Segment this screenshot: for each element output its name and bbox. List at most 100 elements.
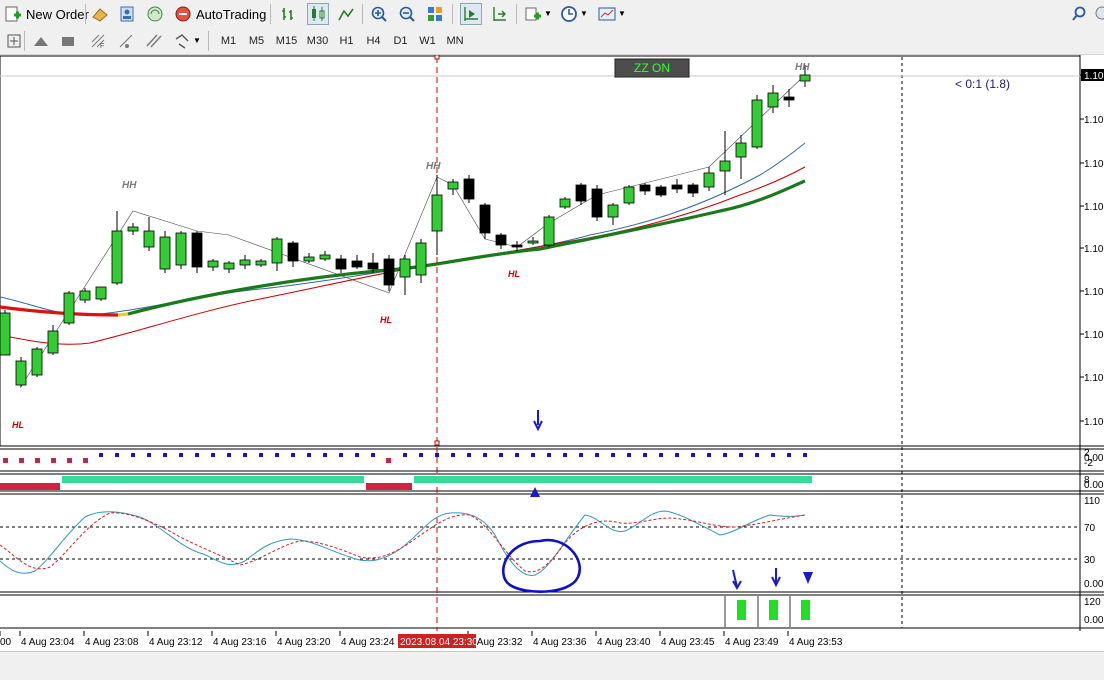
bull-candle (255, 260, 267, 266)
signal-dot-blue (339, 453, 343, 457)
bull-candle (607, 204, 619, 218)
data-window-icon[interactable] (118, 5, 136, 23)
time-axis-label: 4 Aug 23:45 (661, 637, 715, 648)
bull-candle (703, 172, 715, 188)
signal-dot-blue (211, 453, 215, 457)
tile-windows-icon[interactable] (426, 5, 444, 23)
signal-dot-blue (307, 453, 311, 457)
fibonacci-icon[interactable]: F (89, 32, 107, 50)
signal-dot-blue (771, 453, 775, 457)
signal-dot-red (67, 458, 72, 463)
bull-candle (447, 181, 459, 190)
crosshair-icon[interactable] (5, 32, 23, 50)
chevron-down-icon[interactable]: ▼ (544, 9, 552, 18)
chevron-down-icon[interactable]: ▼ (580, 9, 588, 18)
signal-dot-red (35, 458, 40, 463)
bear-candle (335, 258, 347, 270)
zoom-out-icon[interactable] (398, 5, 416, 23)
line-chart-icon[interactable] (337, 5, 355, 23)
price-axis-label: 1.100 (1084, 417, 1104, 428)
shapes-icon[interactable] (173, 32, 191, 50)
bull-candle (95, 286, 107, 300)
timeframe-h1[interactable]: H1 (334, 32, 359, 50)
signal-dot-blue (483, 453, 487, 457)
timeframe-w1[interactable]: W1 (415, 32, 440, 50)
triangle-icon[interactable] (32, 32, 50, 50)
bar-chart-icon[interactable] (280, 5, 298, 23)
time-axis-label: 4 Aug 23:20 (277, 637, 331, 648)
bear-candle (479, 204, 491, 234)
timeframe-m1[interactable]: M1 (216, 32, 241, 50)
candlestick-icon[interactable] (307, 3, 329, 25)
bear-candle (495, 234, 507, 246)
timeframe-m15[interactable]: M15 (272, 32, 301, 50)
bear-candle (591, 188, 603, 218)
auto-trading-icon (174, 5, 192, 23)
trend-ma-neutral-segment (117, 312, 129, 317)
new-order-button[interactable]: New Order (4, 3, 89, 25)
chevron-down-icon[interactable]: ▼ (618, 9, 626, 18)
arrow-line-icon[interactable] (117, 32, 135, 50)
bear-candle (463, 178, 475, 200)
price-axis-label: 1.100 (1084, 115, 1104, 126)
new-order-icon (4, 5, 22, 23)
bull-candle (143, 230, 155, 248)
chart-shift-icon[interactable] (460, 3, 482, 25)
indicators-icon[interactable] (524, 5, 542, 23)
signal-dot-blue (467, 453, 471, 457)
toolbar-separator (85, 4, 86, 24)
bear-candle (191, 232, 203, 268)
auto-scroll-icon[interactable] (490, 5, 508, 23)
timeframe-mn[interactable]: MN (442, 32, 468, 50)
toolbar-separator (208, 31, 209, 51)
swing-label-hl: HL (380, 315, 392, 325)
bull-candle (223, 262, 235, 270)
timeframe-h4[interactable]: H4 (361, 32, 386, 50)
timeframe-d1[interactable]: D1 (388, 32, 413, 50)
signal-dot-blue (531, 453, 535, 457)
signal-dot-blue (403, 453, 407, 457)
auto-trading-button[interactable]: AutoTrading (174, 3, 266, 25)
sell-signal-arrow (732, 569, 742, 591)
periods-icon[interactable] (560, 5, 578, 23)
bull-candle (799, 74, 811, 82)
bear-candle (671, 184, 683, 190)
bear-candle (783, 96, 795, 101)
signal-dot-blue (675, 453, 679, 457)
search-icon[interactable] (1070, 5, 1088, 23)
toolbar-separator (270, 4, 271, 24)
timeframe-m30[interactable]: M30 (303, 32, 332, 50)
toolbar-separator (24, 31, 25, 51)
channel-icon[interactable] (145, 32, 163, 50)
price-chart[interactable]: 1.10 1.100 1.100 1.100 1.100 1.100 1.100 1.100 1… (0, 54, 1104, 651)
signal-dot-blue (803, 453, 807, 457)
signal-triangle-down (803, 572, 813, 584)
bull-candle (415, 242, 427, 276)
signal-dot-red (51, 458, 56, 463)
svg-text:F: F (100, 43, 104, 50)
price-axis-label: 1.100 (1084, 287, 1104, 298)
ratio-label: < 0:1 (1.8) (955, 77, 1010, 91)
chevron-down-icon[interactable]: ▼ (193, 36, 201, 45)
navigator-icon[interactable] (146, 5, 164, 23)
rectangle-icon[interactable] (59, 32, 77, 50)
bear-candle (351, 260, 363, 268)
signal-dot-blue (547, 453, 551, 457)
bull-candle (239, 259, 251, 266)
signal-dot-red (386, 458, 391, 463)
bull-candle (79, 290, 91, 301)
zoom-in-icon[interactable] (370, 5, 388, 23)
signal-dot-blue (371, 453, 375, 457)
signal-dot-blue (275, 453, 279, 457)
bull-candle (207, 260, 219, 268)
chat-icon[interactable] (1094, 5, 1104, 23)
signal-dot-blue (595, 453, 599, 457)
market-watch-icon[interactable] (91, 5, 109, 23)
swing-label-hl: HL (12, 420, 24, 430)
time-axis-label: 4 Aug 23:04 (21, 637, 75, 648)
templates-icon[interactable] (598, 5, 616, 23)
time-axis-label: 4 Aug 23:24 (341, 637, 395, 648)
timeframe-m5[interactable]: M5 (243, 32, 270, 50)
chart-window[interactable]: 1.10 1.100 1.100 1.100 1.100 1.100 1.100 1.100 1… (0, 54, 1104, 651)
status-bar (0, 651, 1104, 680)
